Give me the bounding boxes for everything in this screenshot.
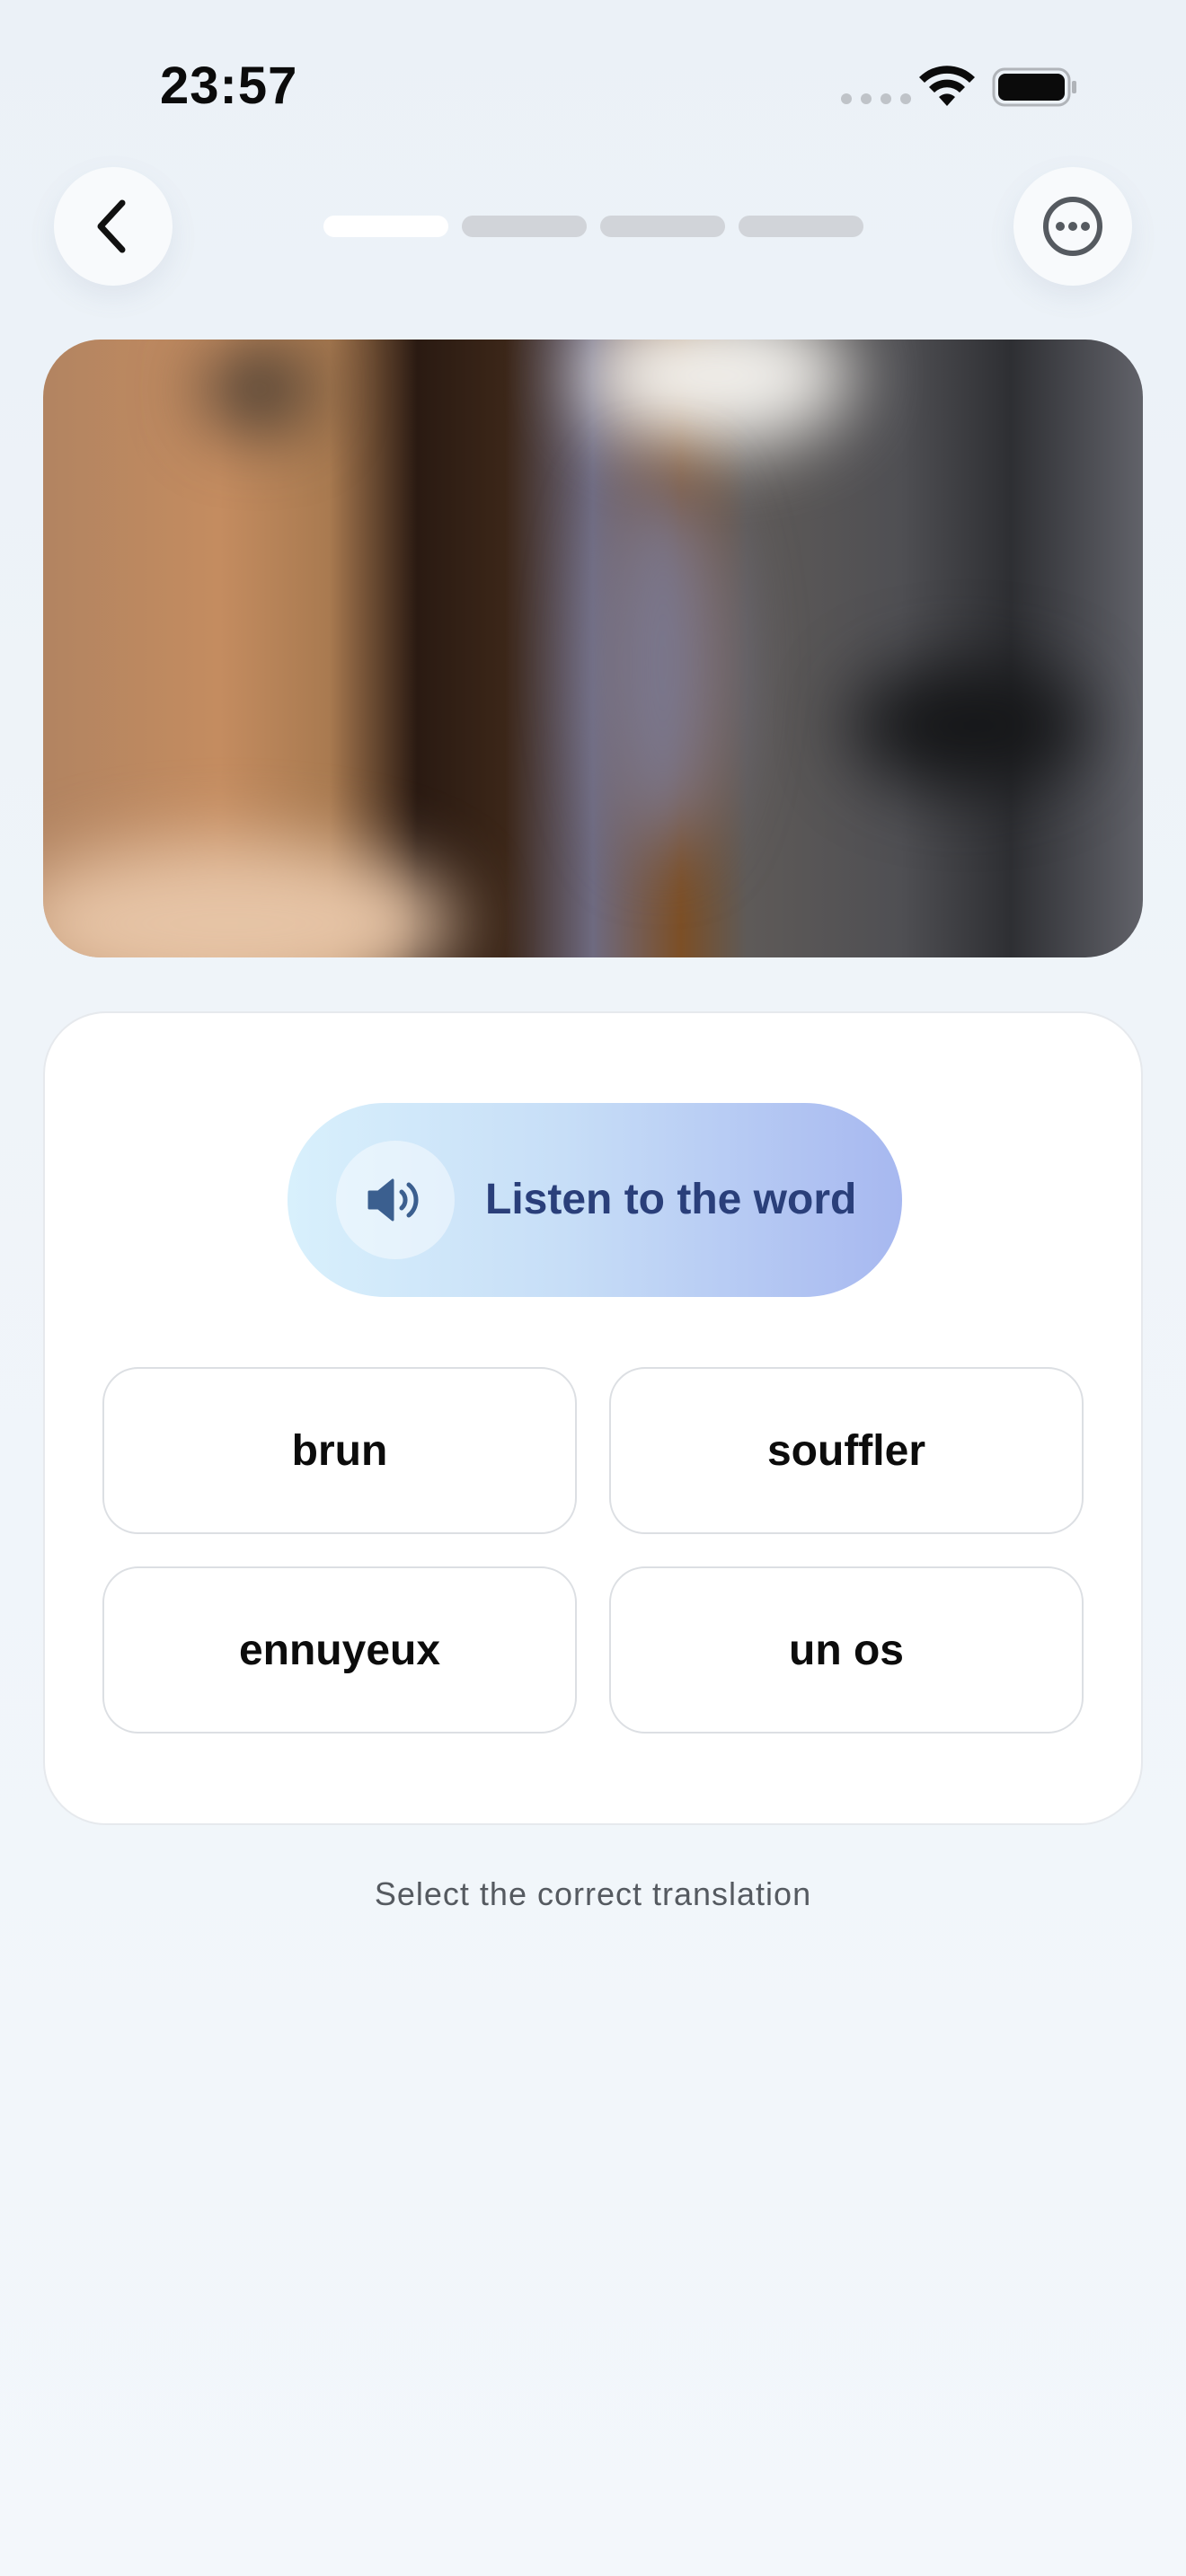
- question-card: Listen to the word brun souffler ennuyeu…: [43, 1011, 1143, 1825]
- progress-step-3: [600, 216, 725, 237]
- progress-step-4: [739, 216, 863, 237]
- speaker-icon: [367, 1178, 419, 1222]
- ellipsis-circle-icon: [1043, 197, 1102, 256]
- answer-option[interactable]: un os: [609, 1566, 1084, 1734]
- progress-step-2: [462, 216, 587, 237]
- listen-word-label: Listen to the word: [485, 1176, 857, 1223]
- lesson-progress: [323, 216, 863, 237]
- wifi-icon: [919, 66, 975, 106]
- answer-option[interactable]: brun: [102, 1367, 577, 1534]
- chevron-left-icon: [97, 199, 126, 253]
- answer-option[interactable]: souffler: [609, 1367, 1084, 1534]
- more-options-button[interactable]: [1013, 167, 1132, 286]
- instruction-text: Select the correct translation: [374, 1875, 812, 1912]
- back-button[interactable]: [54, 167, 173, 286]
- status-time: 23:57: [160, 57, 298, 115]
- status-bar: 23:57: [0, 0, 1186, 171]
- listen-word-button[interactable]: Listen to the word: [288, 1103, 902, 1297]
- battery-icon: [992, 67, 1076, 107]
- progress-step-1: [323, 216, 448, 237]
- word-image: [43, 340, 1143, 957]
- cellular-signal-icon: [841, 93, 911, 104]
- speaker-button-circle: [336, 1141, 455, 1259]
- answer-option[interactable]: ennuyeux: [102, 1566, 577, 1734]
